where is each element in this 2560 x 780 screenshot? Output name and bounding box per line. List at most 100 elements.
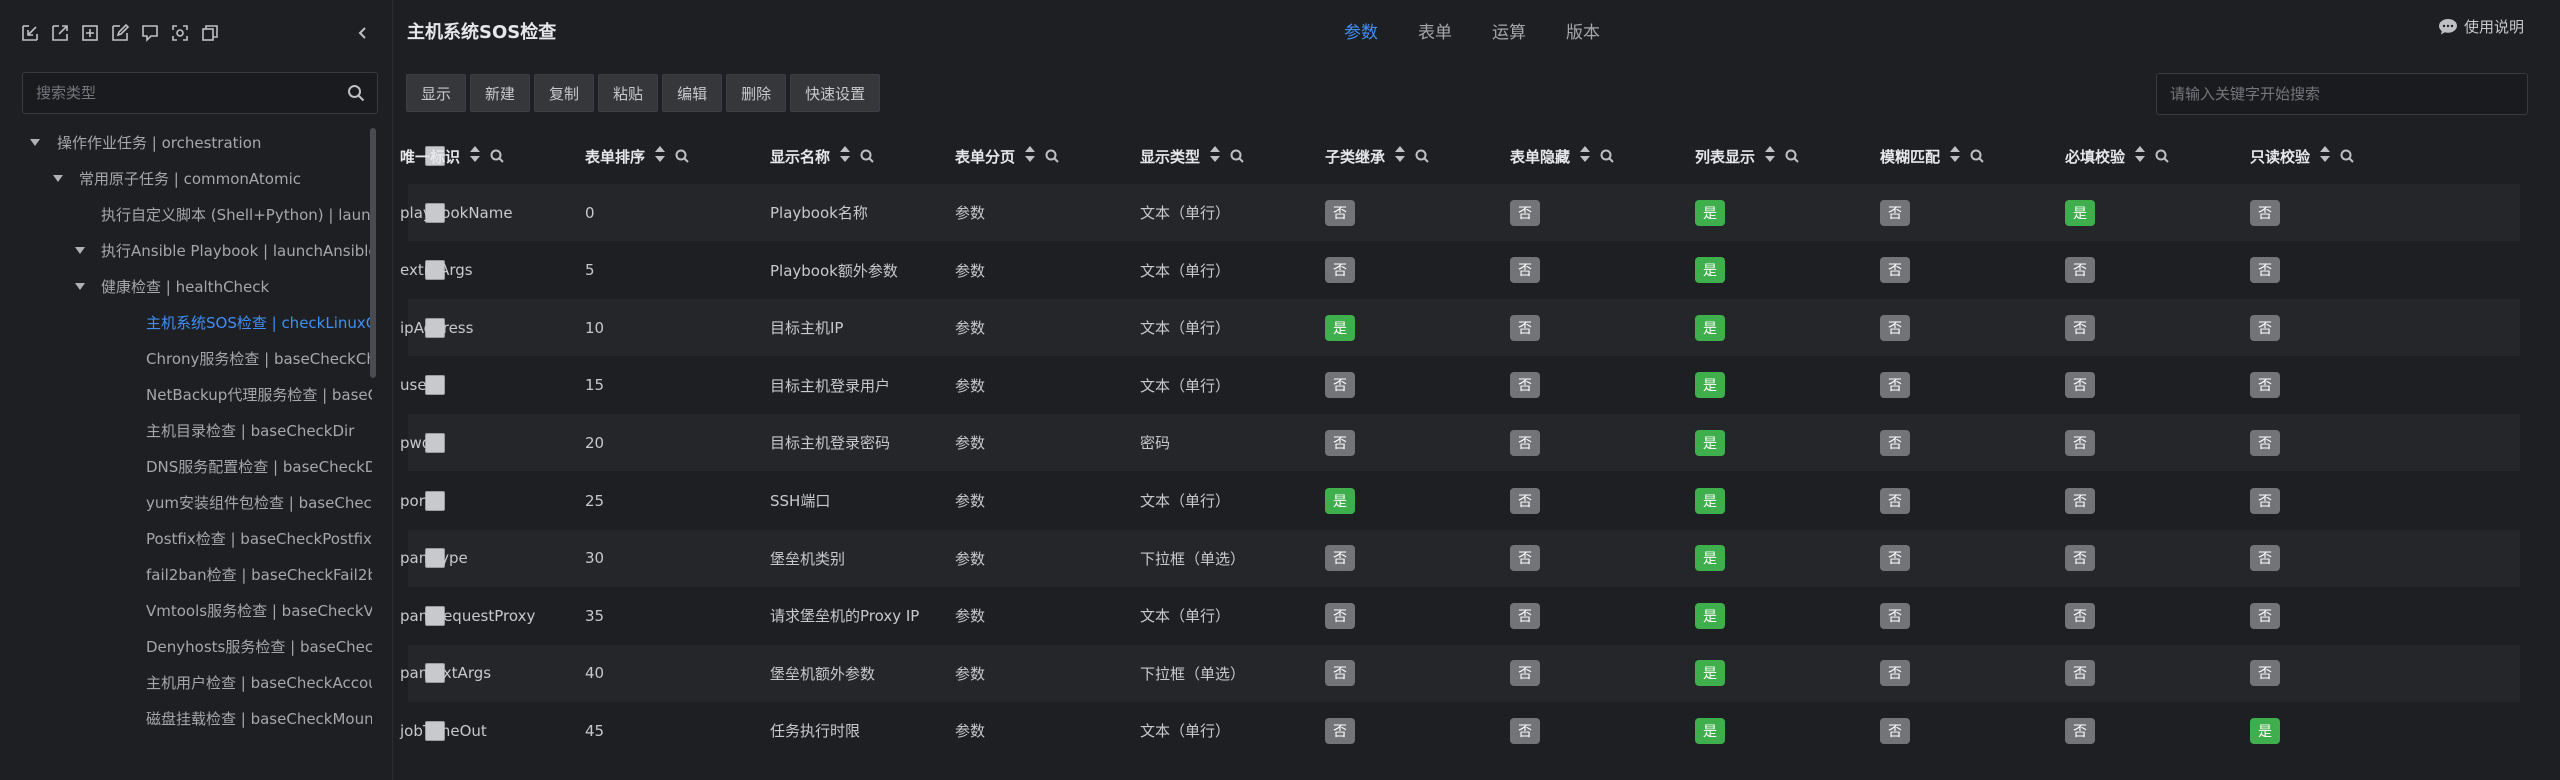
status-badge: 否 [2065,314,2095,341]
sort-icon[interactable] [1210,146,1221,166]
sort-icon[interactable] [2320,146,2331,166]
status-badge: 否 [1880,199,1910,226]
export-icon[interactable] [50,20,80,46]
quick-settings-button[interactable]: 快速设置 [790,74,881,112]
column-search-icon[interactable] [1970,149,1984,163]
col-list-show-header: 列表显示 [1695,128,1799,184]
tree-item[interactable]: Vmtools服务检查 | baseCheckVm [0,596,372,626]
tree-item[interactable]: DNS服务配置检查 | baseCheckDr [0,452,372,482]
tab-0[interactable]: 参数 [1344,18,1418,43]
table-row[interactable]: user 15 目标主机登录用户 参数 文本（单行） 否 否 是 否 否 否 [400,357,2520,414]
sort-icon[interactable] [1765,146,1776,166]
tree-item[interactable]: 健康检查 | healthCheck [0,272,372,302]
sort-icon[interactable] [1950,146,1961,166]
table-row[interactable]: pamRequestProxy 35 请求堡垒机的Proxy IP 参数 文本（单行） 否… [400,587,2520,644]
status-badge: 是 [1695,602,1725,629]
keyword-search [2156,73,2528,115]
tree-search-input[interactable] [23,73,333,113]
sort-icon[interactable] [1580,146,1591,166]
table-row[interactable]: port 25 SSH端口 参数 文本（单行） 是 否 是 否 否 否 [400,472,2520,529]
col-form-hidden-cell: 否 [1510,702,1540,759]
edit-button[interactable]: 编辑 [662,74,723,112]
status-badge: 否 [1510,257,1540,284]
type-tree: 操作作业任务 | orchestration 常用原子任务 | commonAto… [0,128,372,780]
table-row[interactable]: extraArgs 5 Playbook额外参数 参数 文本（单行） 否 否 是 否 否 否 [400,242,2520,299]
column-search-icon[interactable] [1600,149,1614,163]
import-icon[interactable] [20,20,50,46]
status-badge: 是 [1695,660,1725,687]
sort-icon[interactable] [470,146,481,166]
col-order-cell: 25 [585,491,605,510]
caret-down-icon[interactable] [28,128,42,158]
col-readonly-cell: 否 [2250,357,2280,414]
tree-item[interactable]: NetBackup代理服务检查 | baseCh [0,380,372,410]
sort-icon[interactable] [655,146,666,166]
column-search-icon[interactable] [1785,149,1799,163]
tree-scrollbar[interactable] [370,128,376,378]
sort-icon[interactable] [1025,146,1036,166]
tree-item[interactable]: 主机目录检查 | baseCheckDir [0,416,372,446]
delete-button[interactable]: 删除 [726,74,787,112]
col-order-cell: 35 [585,606,605,625]
tree-item[interactable]: 执行Ansible Playbook | launchAnsiblePla [0,236,372,266]
col-readonly-cell: 否 [2250,414,2280,471]
paste-button[interactable]: 粘贴 [598,74,659,112]
tree-item[interactable]: 操作作业任务 | orchestration [0,128,372,158]
tab-3[interactable]: 版本 [1566,18,1640,43]
table-row[interactable]: pamType 30 堡垒机类别 参数 下拉框（单选） 否 否 是 否 否 否 [400,529,2520,587]
edit-icon[interactable] [110,20,140,46]
add-icon[interactable] [80,20,110,46]
tree-item[interactable]: 常用原子任务 | commonAtomic [0,164,372,194]
col-required-cell: 否 [2065,530,2095,587]
table-row[interactable]: ipAddress 10 目标主机IP 参数 文本（单行） 是 否 是 否 否 否 [400,299,2520,357]
column-search-icon[interactable] [2155,149,2169,163]
screenshot-icon[interactable] [170,20,200,46]
tree-item[interactable]: 主机系统SOS检查 | checkLinuxCo [0,308,372,338]
column-search-icon[interactable] [1415,149,1429,163]
status-badge: 否 [1510,429,1540,456]
tree-item[interactable]: 执行自定义脚本 (Shell+Python) | launchS [0,200,372,230]
help-link[interactable]: 使用说明 [2438,16,2524,37]
table-row[interactable]: pamExtArgs 40 堡垒机额外参数 参数 下拉框（单选） 否 否 是 否 否 否 [400,644,2520,702]
sort-icon[interactable] [2135,146,2146,166]
column-search-icon[interactable] [490,149,504,163]
tree-item[interactable]: Denyhosts服务检查 | baseCheckD [0,632,372,662]
collapse-sidebar-icon[interactable] [353,22,373,44]
column-search-icon[interactable] [860,149,874,163]
new-button[interactable]: 新建 [470,74,531,112]
col-inherit-cell: 否 [1325,645,1355,702]
show-button[interactable]: 显示 [406,74,467,112]
status-badge: 否 [1510,487,1540,514]
table-row[interactable]: pwd 20 目标主机登录密码 参数 密码 否 否 是 否 否 否 [400,414,2520,472]
sort-icon[interactable] [840,146,851,166]
caret-down-icon[interactable] [73,272,87,302]
status-badge: 否 [1880,372,1910,399]
keyword-search-input[interactable] [2157,74,2527,114]
copy-button[interactable]: 复制 [534,74,595,112]
tree-item[interactable]: Chrony服务检查 | baseCheckChro [0,344,372,374]
comment-icon[interactable] [140,20,170,46]
tree-item[interactable]: Postfix检查 | baseCheckPostfix [0,524,372,554]
column-search-icon[interactable] [2340,149,2354,163]
tree-item[interactable]: yum安装组件包检查 | baseCheckY [0,488,372,518]
caret-down-icon[interactable] [73,236,87,266]
table-row[interactable]: playbookName 0 Playbook名称 参数 文本（单行） 否 否 是 否 是 否 [400,184,2520,241]
status-badge: 否 [2065,487,2095,514]
column-search-icon[interactable] [1230,149,1244,163]
status-badge: 否 [2065,602,2095,629]
table-row[interactable]: jobTimeOut 45 任务执行时限 参数 文本（单行） 否 否 是 否 否 是 [400,702,2520,759]
copy-icon[interactable] [200,20,230,46]
search-icon[interactable] [347,84,365,102]
tab-2[interactable]: 运算 [1492,18,1566,43]
column-search-icon[interactable] [675,149,689,163]
col-type-cell: 下拉框（单选） [1140,664,1246,683]
col-form-hidden-cell: 否 [1510,587,1540,644]
col-readonly-cell: 否 [2250,472,2280,529]
tree-item[interactable]: 主机用户检查 | baseCheckAccoun [0,668,372,698]
sort-icon[interactable] [1395,146,1406,166]
column-search-icon[interactable] [1045,149,1059,163]
tab-1[interactable]: 表单 [1418,18,1492,43]
tree-item[interactable]: 磁盘挂载检查 | baseCheckMount [0,704,372,734]
tree-item[interactable]: fail2ban检查 | baseCheckFail2ban [0,560,372,590]
caret-down-icon[interactable] [51,164,65,194]
